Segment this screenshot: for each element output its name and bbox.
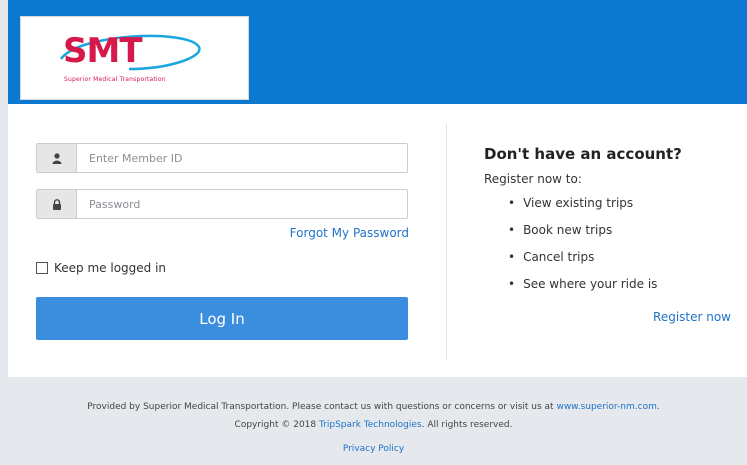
member-id-field (36, 143, 408, 173)
logo-subtitle: Superior Medical Transportation (64, 76, 166, 83)
register-now-link[interactable]: Register now (653, 310, 731, 324)
bullet-icon: • (508, 277, 516, 291)
user-icon (37, 144, 77, 172)
register-subtitle: Register now to: (484, 172, 582, 186)
logo: SMT Superior Medical Transportation (20, 16, 249, 100)
footer-text: Provided by Superior Medical Transportat… (0, 398, 747, 434)
website-link[interactable]: www.superior-nm.com (556, 402, 656, 412)
bullet-icon: • (508, 196, 516, 210)
bullet-icon: • (508, 250, 516, 264)
footer-line-2: Copyright © 2018 TripSpark Technologies.… (234, 420, 513, 430)
login-button[interactable]: Log In (36, 297, 408, 340)
benefits-list: • View existing trips • Book new trips • Ca… (508, 196, 657, 304)
header-banner: SMT Superior Medical Transportation (8, 0, 747, 104)
footer-line-1: Provided by Superior Medical Transportat… (87, 402, 660, 412)
keep-logged-in-label: Keep me logged in (54, 261, 167, 275)
list-item: • Cancel trips (508, 250, 595, 264)
logo-text: SMT (63, 31, 143, 71)
member-id-input[interactable] (77, 144, 407, 172)
list-item: • Book new trips (508, 223, 613, 237)
keep-logged-in-checkbox[interactable] (36, 262, 48, 274)
password-input[interactable] (77, 190, 407, 218)
lock-icon (37, 190, 77, 218)
company-link[interactable]: TripSpark Technologies (319, 420, 422, 430)
register-title: Don't have an account? (484, 145, 682, 163)
privacy-policy-link[interactable]: Privacy Policy (343, 444, 404, 454)
list-item: • View existing trips (508, 196, 634, 210)
list-item: • See where your ride is (508, 277, 658, 291)
password-field (36, 189, 408, 219)
privacy-row: Privacy Policy (0, 444, 747, 454)
forgot-password-link[interactable]: Forgot My Password (290, 226, 409, 240)
login-card: Forgot My Password Keep me logged in Log… (8, 104, 747, 377)
column-divider (446, 124, 447, 360)
bullet-icon: • (508, 223, 516, 237)
keep-logged-in[interactable]: Keep me logged in (36, 261, 166, 275)
